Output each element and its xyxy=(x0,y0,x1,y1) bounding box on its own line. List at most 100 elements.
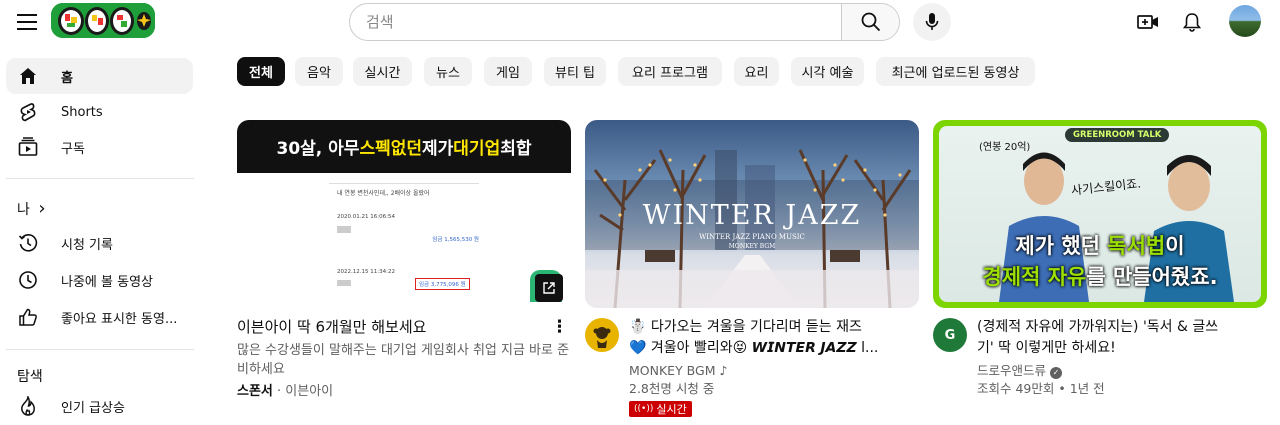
create-video-icon xyxy=(1137,15,1158,29)
explore-heading-label: 탐색 xyxy=(17,369,43,385)
thumbnail-small-text: (연봉 20억) xyxy=(979,142,1031,153)
sidebar-item-label: Shorts xyxy=(61,104,103,120)
mock-date: 2022.12.15 11:34:22 xyxy=(337,269,395,275)
sidebar-item-watch-later[interactable]: 나중에 볼 동영상 xyxy=(6,262,193,298)
subscriptions-icon xyxy=(18,137,38,157)
chip-cooking[interactable]: 요리 xyxy=(734,57,779,86)
video-title-line[interactable]: 💙 겨울아 빨리와😝 𝙒𝙄𝙉𝙏𝙀𝙍 𝙅𝘼𝙕𝙕 l... xyxy=(629,338,919,359)
thumbnail-headline: 제가 했던 독서법이 xyxy=(939,230,1261,260)
headline-text: 제가 했던 xyxy=(1015,234,1108,258)
shorts-icon xyxy=(18,102,38,122)
verified-icon: ✓ xyxy=(1050,367,1062,379)
chip-recently-uploaded[interactable]: 최근에 업로드된 동영상 xyxy=(876,57,1035,86)
youtube-doodle-logo[interactable] xyxy=(51,3,155,38)
channel-name-line: 드로우앤드류 ✓ xyxy=(977,361,1062,380)
chip-all[interactable]: 전체 xyxy=(237,57,285,86)
sidebar-item-shorts[interactable]: Shorts xyxy=(6,94,193,130)
video-title-line[interactable]: ☃️ 다가오는 겨울을 기다리며 듣는 재즈 xyxy=(629,317,919,338)
sidebar-item-home[interactable]: 홈 xyxy=(6,58,193,94)
chip-music[interactable]: 음악 xyxy=(295,57,343,86)
thumbnail-subtitle: WINTER JAZZ PIANO MUSIC xyxy=(699,233,805,241)
banner-highlight: 대기업 xyxy=(453,139,501,159)
top-bar xyxy=(0,0,1280,44)
menu-button[interactable] xyxy=(14,8,42,36)
video-title-line[interactable]: 기' 딱 이렇게만 하세요! xyxy=(977,338,1267,359)
history-icon xyxy=(18,233,38,253)
channel-name[interactable]: 드로우앤드류 xyxy=(977,363,1046,378)
video-title[interactable]: 이븐아이 딱 6개월만 해보세요 xyxy=(237,317,547,338)
thumbnail-title: WINTER JAZZ xyxy=(642,200,862,231)
video-thumbnail[interactable]: 30살, 아무 스펙없던 제가 대기업 최합 내 연봉 변천사인데,, 2배이상… xyxy=(237,120,571,308)
banner-text: 제가 xyxy=(422,139,454,159)
sidebar: 홈 Shorts 구독 나 › 시청 기록 나중에 볼 동영상 좋아요 표시한 … xyxy=(0,52,200,425)
chip-live[interactable]: 실시간 xyxy=(353,57,412,86)
chip-cooking-shows[interactable]: 요리 프로그램 xyxy=(618,57,722,86)
sidebar-item-liked[interactable]: 좋아요 표시한 동영... xyxy=(6,299,193,335)
clock-icon xyxy=(18,270,38,290)
search-input[interactable] xyxy=(350,4,842,40)
sponsor-separator: · xyxy=(272,384,286,399)
mock-amount-highlight: 임금 3,775,096 원 xyxy=(415,278,470,290)
sidebar-item-trending[interactable]: 인기 급상승 xyxy=(6,388,193,424)
open-link-button[interactable] xyxy=(535,274,563,302)
mock-title: 내 연봉 변천사인데,, 2배이상 올랐어 xyxy=(337,190,430,197)
channel-avatar[interactable]: G xyxy=(933,318,967,352)
live-badge: ((•)) 실시간 xyxy=(629,401,692,417)
live-broadcast-icon: ((•)) xyxy=(634,404,654,414)
live-label: 실시간 xyxy=(656,403,687,416)
sidebar-item-label: 구독 xyxy=(61,141,85,157)
mock-blur xyxy=(337,280,351,286)
notifications-button[interactable] xyxy=(1177,7,1207,37)
channel-avatar-letter: G xyxy=(944,327,956,343)
sidebar-item-history[interactable]: 시청 기록 xyxy=(6,225,193,261)
thumbnail-phone-mock: 내 연봉 변천사인데,, 2배이상 올랐어 2020.01.21 16:06:5… xyxy=(329,180,479,308)
music-note-icon: ♪ xyxy=(719,363,728,378)
channel-name-line: MONKEY BGM ♪ xyxy=(629,361,727,380)
banner-text: 최합 xyxy=(500,139,532,159)
sponsor-label: 스폰서 xyxy=(237,384,273,399)
sponsor-line: 스폰서 · 이븐아이 xyxy=(237,382,571,401)
chip-visual-arts[interactable]: 시각 예술 xyxy=(791,57,864,86)
voice-search-button[interactable] xyxy=(913,3,951,41)
thumbnail-subtitle: MONKEY BGM xyxy=(728,243,776,250)
thumbnail-inner: GREENROOM TALK (연봉 20억) 사기스킬이죠. 제가 했던 독서… xyxy=(939,126,1261,302)
sidebar-item-subscriptions[interactable]: 구독 xyxy=(6,129,193,165)
view-stats: 2.8천명 시청 중 xyxy=(629,381,715,396)
search-button[interactable] xyxy=(841,4,899,40)
sidebar-divider xyxy=(6,349,194,350)
mock-divider xyxy=(329,183,479,184)
video-description: 많은 수강생들이 말해주는 대기업 게임회사 취업 지금 바로 준비하세요 xyxy=(237,343,570,377)
home-icon xyxy=(18,66,38,86)
sponsor-name[interactable]: 이븐아이 xyxy=(285,384,333,399)
account-avatar[interactable] xyxy=(1229,5,1261,37)
fire-icon xyxy=(18,396,38,416)
mock-amount: 임금 1,565,530 원 xyxy=(432,237,479,243)
banner-text: 30살, 아무 xyxy=(276,139,360,159)
video-title-line[interactable]: (경제적 자유에 가까워지는) '독서 & 글쓰 xyxy=(977,317,1267,338)
chip-beauty-tips[interactable]: 뷰티 팁 xyxy=(544,57,606,86)
headline-highlight: 독서법 xyxy=(1107,234,1166,258)
chip-gaming[interactable]: 게임 xyxy=(484,57,532,86)
sidebar-item-label: 시청 기록 xyxy=(61,237,113,253)
sidebar-item-label: 좋아요 표시한 동영... xyxy=(61,311,178,327)
thumbnail-headline: 경제적 자유를 만들어줬죠. xyxy=(939,261,1261,291)
microphone-icon xyxy=(925,13,939,30)
mock-blur xyxy=(337,226,351,233)
doodle-logo-art xyxy=(51,3,155,38)
channel-avatar[interactable] xyxy=(585,318,619,352)
headline-highlight: 경제적 자유 xyxy=(982,265,1087,289)
sidebar-section-explore: 탐색 xyxy=(17,366,43,386)
thumbs-up-icon xyxy=(18,307,38,327)
video-thumbnail[interactable]: GREENROOM TALK (연봉 20억) 사기스킬이죠. 제가 했던 독서… xyxy=(933,120,1267,308)
chevron-right-icon: › xyxy=(38,198,46,219)
thumbnail-tag: GREENROOM TALK xyxy=(1065,128,1170,142)
view-stats: 조회수 49만회 • 1년 전 xyxy=(977,381,1105,396)
channel-name[interactable]: MONKEY BGM xyxy=(629,363,716,378)
more-options-icon[interactable]: ⋮ xyxy=(551,317,568,339)
sidebar-section-you[interactable]: 나 › xyxy=(17,198,46,219)
chip-news[interactable]: 뉴스 xyxy=(424,57,472,86)
create-button[interactable] xyxy=(1133,7,1163,37)
video-thumbnail[interactable]: WINTER JAZZ WINTER JAZZ PIANO MUSIC MONK… xyxy=(585,120,919,308)
bell-icon xyxy=(1183,13,1201,32)
headline-text: 이 xyxy=(1165,234,1185,258)
